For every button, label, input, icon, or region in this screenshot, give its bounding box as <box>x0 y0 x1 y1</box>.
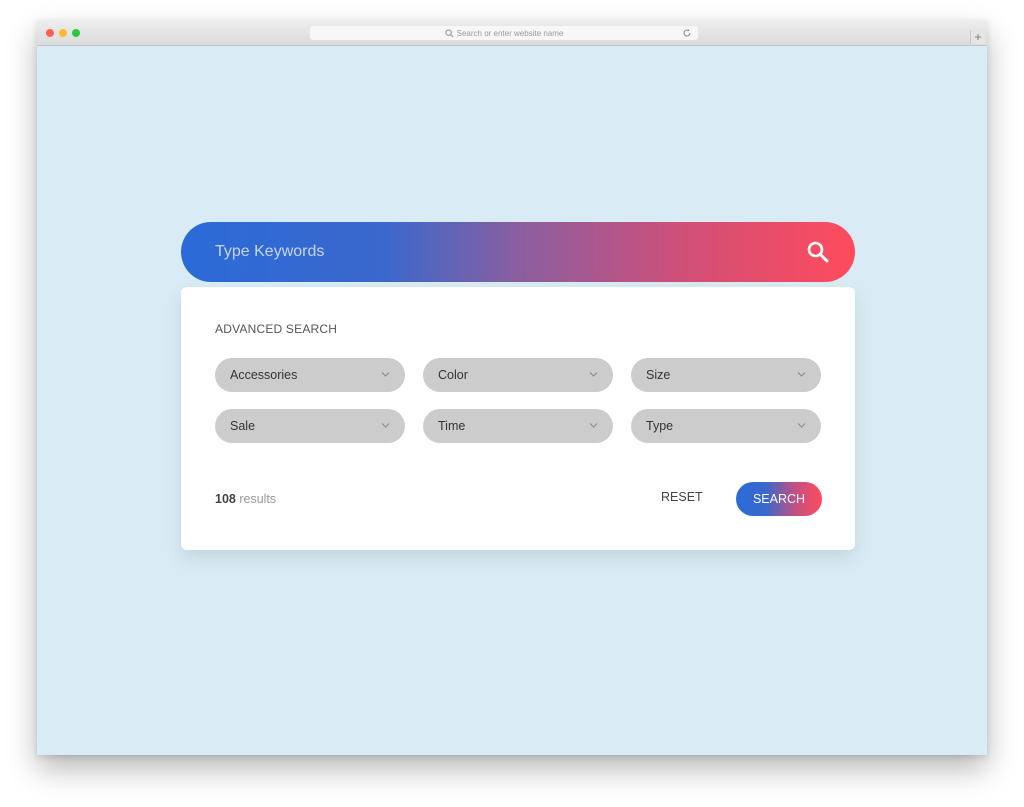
keyword-search-bar[interactable]: Type Keywords <box>181 222 855 282</box>
filter-dropdown-accessories[interactable]: Accessories <box>215 358 405 392</box>
chevron-down-icon <box>797 423 806 428</box>
chevron-down-icon <box>797 372 806 377</box>
search-icon <box>444 28 454 37</box>
chevron-down-icon <box>589 423 598 428</box>
filter-dropdown-size[interactable]: Size <box>631 358 821 392</box>
chevron-down-icon <box>381 423 390 428</box>
dropdown-label: Type <box>646 419 674 433</box>
keyword-search-input[interactable]: Type Keywords <box>215 222 324 282</box>
filter-dropdown-sale[interactable]: Sale <box>215 409 405 443</box>
search-icon[interactable] <box>807 241 829 263</box>
dropdown-label: Size <box>646 368 671 382</box>
advanced-search-panel: ADVANCED SEARCH Accessories Color Size S… <box>181 287 855 550</box>
filter-dropdown-type[interactable]: Type <box>631 409 821 443</box>
browser-window: Search or enter website name + Type Keyw… <box>37 20 987 755</box>
new-tab-button[interactable]: + <box>970 30 985 44</box>
minimize-window-button[interactable] <box>59 29 67 37</box>
reload-icon[interactable] <box>682 28 692 38</box>
dropdown-label: Sale <box>230 419 256 433</box>
filter-dropdown-color[interactable]: Color <box>423 358 613 392</box>
results-label: results <box>239 492 277 506</box>
dropdown-label: Time <box>438 419 466 433</box>
dropdown-label: Accessories <box>230 368 298 382</box>
maximize-window-button[interactable] <box>72 29 80 37</box>
address-bar-placeholder: Search or enter website name <box>456 28 564 38</box>
results-count: 108 results <box>215 492 276 506</box>
close-window-button[interactable] <box>46 29 54 37</box>
chevron-down-icon <box>381 372 390 377</box>
search-button[interactable]: SEARCH <box>736 482 822 516</box>
chevron-down-icon <box>589 372 598 377</box>
advanced-search-title: ADVANCED SEARCH <box>215 322 338 336</box>
reset-button[interactable]: RESET <box>661 490 703 504</box>
results-number: 108 <box>215 492 236 506</box>
dropdown-label: Color <box>438 368 468 382</box>
address-bar[interactable]: Search or enter website name <box>310 26 698 40</box>
browser-titlebar: Search or enter website name + <box>37 20 987 46</box>
page-viewport: Type Keywords ADVANCED SEARCH Accessorie… <box>37 46 987 755</box>
filter-dropdown-time[interactable]: Time <box>423 409 613 443</box>
